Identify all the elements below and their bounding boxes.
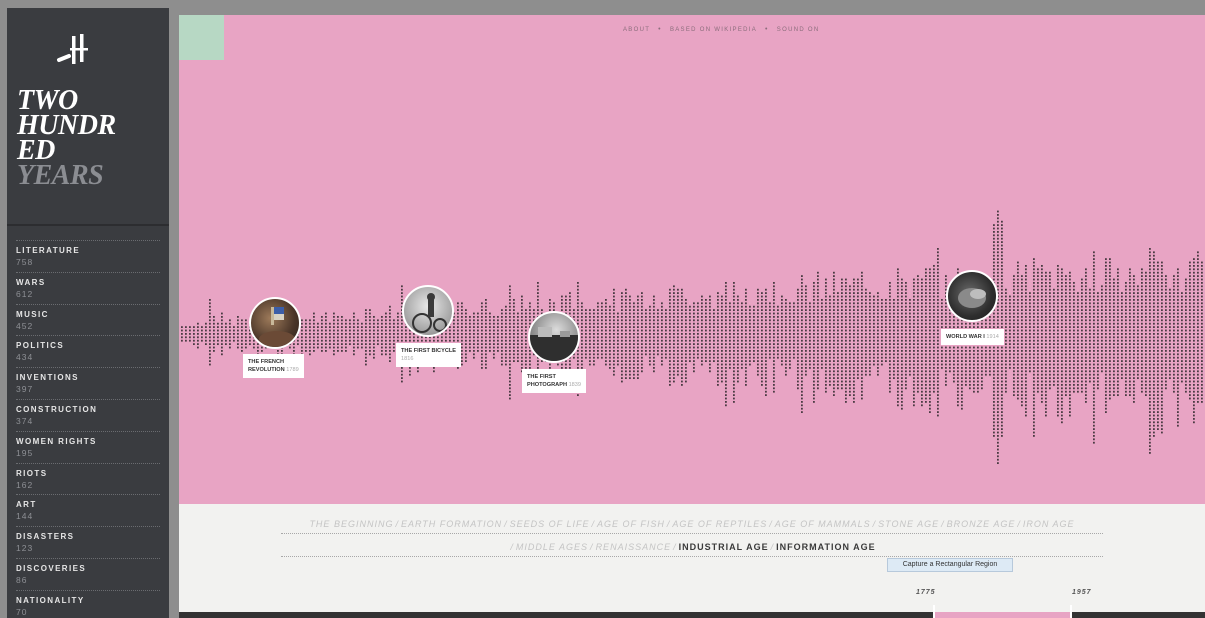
event-title: THE FRENCH bbox=[248, 359, 285, 365]
era-the-beginning[interactable]: THE BEGINNING bbox=[309, 519, 393, 529]
category-label: POLITICS bbox=[16, 341, 65, 351]
category-item-wars[interactable]: WARS 612 bbox=[16, 271, 160, 304]
category-label: CONSTRUCTION bbox=[16, 404, 98, 414]
event-card-french-revolution[interactable]: THE FRENCH REVOLUTION 1789 bbox=[243, 354, 304, 378]
event-year: 1816 bbox=[401, 356, 414, 362]
event-title: PHOTOGRAPH bbox=[527, 382, 567, 388]
category-count: 86 bbox=[16, 574, 28, 585]
category-item-construction[interactable]: CONSTRUCTION 374 bbox=[16, 398, 160, 431]
era-separator: / bbox=[591, 519, 596, 529]
era-iron-age[interactable]: IRON AGE bbox=[1023, 519, 1075, 529]
event-title: WORLD WAR I bbox=[946, 334, 985, 340]
era-separator: / bbox=[872, 519, 877, 529]
category-count: 397 bbox=[16, 384, 34, 395]
capture-region-tooltip[interactable]: Capture a Rectangular Region bbox=[887, 558, 1013, 572]
event-thumbnail-first-bicycle[interactable] bbox=[402, 285, 454, 337]
category-count: 612 bbox=[16, 288, 34, 299]
dagger-mark-icon[interactable] bbox=[55, 30, 95, 70]
era-separator: / bbox=[941, 519, 945, 529]
category-item-art[interactable]: ART 144 bbox=[16, 494, 160, 526]
event-thumbnail-first-photograph[interactable] bbox=[528, 311, 580, 363]
sidebar: TWO HUNDR ED YEARS LITERATURE 758 WARS 612 M… bbox=[7, 8, 169, 618]
category-count: 434 bbox=[16, 352, 34, 363]
era-stone-age[interactable]: STONE AGE bbox=[878, 519, 939, 529]
range-end-year: 1957 bbox=[1072, 589, 1092, 596]
era-separator: / bbox=[666, 519, 671, 529]
era-row: / MIDDLE AGES / RENAISSANCE / INDUSTRIAL AGE /… bbox=[281, 536, 1103, 557]
category-label: DISASTERS bbox=[16, 532, 75, 542]
event-year: 1914 bbox=[986, 334, 999, 340]
category-item-literature[interactable]: LITERATURE 758 bbox=[16, 240, 160, 272]
era-separator: / bbox=[1017, 519, 1021, 529]
site-title: TWO HUNDR ED YEARS bbox=[17, 87, 116, 191]
category-count: 123 bbox=[16, 543, 34, 554]
era-age-of-mammals[interactable]: AGE OF MAMMALS bbox=[775, 519, 871, 529]
category-item-disasters[interactable]: DISASTERS 123 bbox=[16, 526, 160, 558]
event-title: THE FIRST bbox=[527, 374, 556, 380]
window-frame-top bbox=[169, 0, 1205, 15]
range-end-handle[interactable] bbox=[1070, 605, 1072, 618]
category-label: MUSIC bbox=[16, 309, 49, 319]
range-start-year: 1775 bbox=[916, 589, 936, 596]
event-title: THE FIRST BICYCLE bbox=[401, 348, 457, 354]
divider bbox=[7, 224, 169, 226]
era-navigation: THE BEGINNING / EARTH FORMATION / SEEDS OF L… bbox=[179, 513, 1205, 557]
category-count: 452 bbox=[16, 320, 34, 331]
category-count: 162 bbox=[16, 479, 34, 490]
category-label: RIOTS bbox=[16, 468, 48, 478]
era-bronze-age[interactable]: BRONZE AGE bbox=[947, 519, 1016, 529]
event-thumbnail-world-war-i[interactable] bbox=[946, 270, 998, 322]
category-label: ART bbox=[16, 500, 37, 510]
event-card-first-bicycle[interactable]: THE FIRST BICYCLE 1816 bbox=[396, 343, 462, 367]
category-count: 195 bbox=[16, 447, 34, 458]
era-separator: / bbox=[395, 519, 399, 529]
era-separator: / bbox=[590, 542, 594, 552]
era-separator: / bbox=[770, 542, 775, 552]
timeline-canvas[interactable]: ABOUT • BASED ON WIKIPEDIA • SOUND ON TH… bbox=[179, 15, 1205, 504]
category-item-riots[interactable]: RIOTS 162 bbox=[16, 462, 160, 495]
era-separator: / bbox=[504, 519, 508, 529]
category-count: 70 bbox=[16, 606, 28, 617]
era-row: THE BEGINNING / EARTH FORMATION / SEEDS OF L… bbox=[281, 513, 1103, 534]
era-age-of-fish[interactable]: AGE OF FISH bbox=[597, 519, 665, 529]
category-item-discoveries[interactable]: DISCOVERIES 86 bbox=[16, 557, 160, 590]
era-industrial-age[interactable]: INDUSTRIAL AGE bbox=[679, 542, 769, 552]
event-title: REVOLUTION bbox=[248, 367, 285, 373]
event-thumbnail-french-revolution[interactable] bbox=[249, 297, 301, 349]
category-count: 758 bbox=[16, 257, 34, 267]
era-information-age[interactable]: INFORMATION AGE bbox=[776, 542, 876, 552]
era-renaissance[interactable]: RENAISSANCE bbox=[596, 542, 672, 552]
category-item-inventions[interactable]: INVENTIONS 397 bbox=[16, 367, 160, 399]
era-earth-formation[interactable]: EARTH FORMATION bbox=[401, 519, 502, 529]
category-list: LITERATURE 758 WARS 612 MUSIC 452 POLITICS 434 I… bbox=[16, 240, 160, 618]
category-item-nationality[interactable]: NATIONALITY 70 bbox=[16, 589, 160, 618]
category-item-politics[interactable]: POLITICS 434 bbox=[16, 335, 160, 367]
category-label: WARS bbox=[16, 277, 46, 287]
range-start-handle[interactable] bbox=[933, 605, 935, 618]
category-label: DISCOVERIES bbox=[16, 563, 87, 573]
category-label: LITERATURE bbox=[16, 246, 81, 255]
title-line-4: YEARS bbox=[17, 160, 104, 191]
event-year: 1839 bbox=[568, 382, 582, 388]
era-separator: / bbox=[769, 519, 773, 529]
category-label: INVENTIONS bbox=[16, 373, 79, 383]
category-item-music[interactable]: MUSIC 452 bbox=[16, 303, 160, 336]
event-card-world-war-i[interactable]: WORLD WAR I 1914 bbox=[941, 329, 1004, 345]
timeline-range-selection[interactable] bbox=[933, 612, 1071, 618]
category-label: NATIONALITY bbox=[16, 595, 85, 605]
event-year: 1789 bbox=[286, 367, 299, 373]
era-middle-ages[interactable]: MIDDLE AGES bbox=[516, 542, 588, 552]
era-age-of-reptiles[interactable]: AGE OF REPTILES bbox=[672, 519, 767, 529]
era-separator: / bbox=[673, 542, 677, 552]
category-item-women-rights[interactable]: WOMEN RIGHTS 195 bbox=[16, 430, 160, 463]
category-count: 144 bbox=[16, 511, 34, 522]
category-count: 374 bbox=[16, 415, 34, 426]
event-waveform bbox=[181, 210, 1203, 464]
main-content: ABOUT • BASED ON WIKIPEDIA • SOUND ON TH… bbox=[179, 15, 1205, 618]
era-separator: / bbox=[510, 542, 514, 552]
category-label: WOMEN RIGHTS bbox=[16, 436, 97, 446]
event-card-first-photograph[interactable]: THE FIRST PHOTOGRAPH 1839 bbox=[522, 369, 587, 393]
era-seeds-of-life[interactable]: SEEDS OF LIFE bbox=[510, 519, 590, 529]
